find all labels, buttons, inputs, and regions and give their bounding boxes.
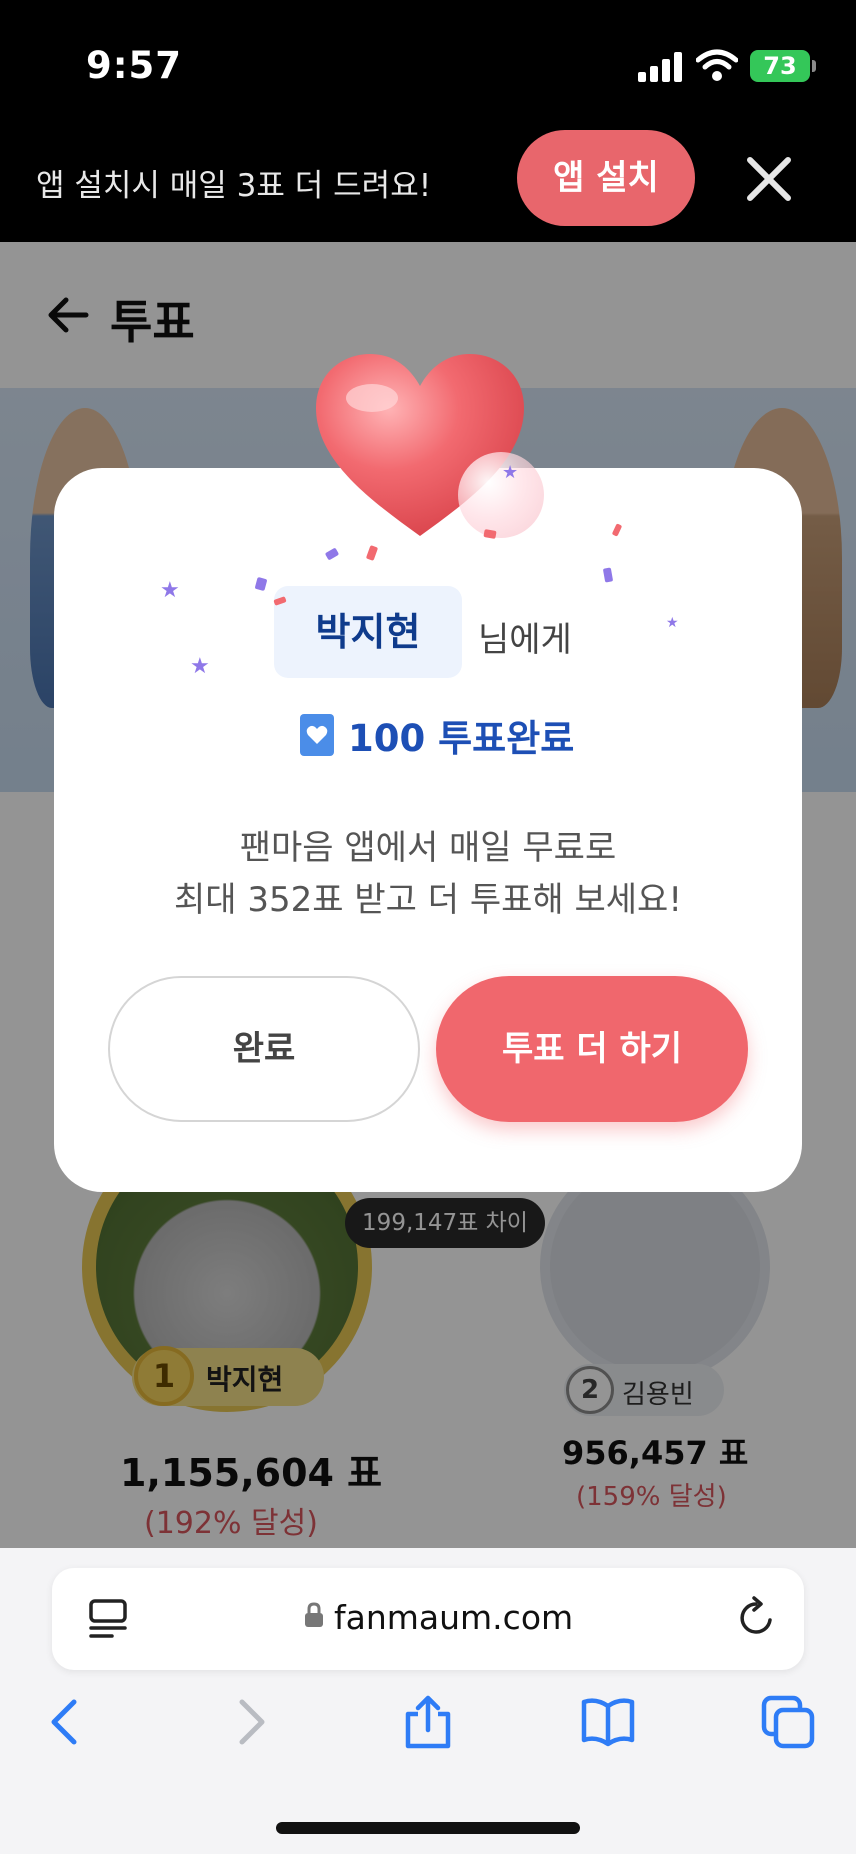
- recipient-suffix: 님에게: [478, 620, 572, 660]
- vote-complete-modal: 박지현 님에게 100 투표완료 팬마음 앱에서 매일 무료로 최대 352표 …: [54, 468, 802, 1192]
- recipient-name-chip: 박지현: [274, 586, 462, 678]
- url-text[interactable]: fanmaum.com: [334, 1598, 573, 1637]
- bookmarks-icon[interactable]: [580, 1694, 636, 1750]
- address-bar[interactable]: fanmaum.com: [52, 1568, 804, 1670]
- tabs-icon[interactable]: [760, 1694, 816, 1750]
- star-icon: ★: [666, 615, 679, 631]
- wifi-icon: [696, 49, 738, 81]
- status-time: 9:57: [86, 44, 183, 87]
- share-icon[interactable]: [400, 1694, 456, 1750]
- battery-indicator: 73: [750, 50, 816, 82]
- status-and-banner: 9:57 73 앱 설치시 매일 3표 더 드려요! 앱 설치: [0, 0, 856, 242]
- back-icon[interactable]: [38, 1694, 94, 1750]
- home-indicator: [276, 1822, 580, 1834]
- star-icon: ★: [160, 578, 180, 603]
- vote-result: 100 투표완료: [300, 708, 574, 762]
- bubble-decoration: [458, 452, 544, 538]
- reload-icon[interactable]: [734, 1596, 778, 1640]
- install-app-button[interactable]: 앱 설치: [517, 130, 695, 226]
- star-icon: ★: [502, 462, 519, 483]
- vote-result-text: 100 투표완료: [348, 717, 575, 760]
- cellular-signal-icon: [638, 52, 682, 82]
- done-button[interactable]: 완료: [108, 976, 420, 1122]
- promo-message-line1: 팬마음 앱에서 매일 무료로: [239, 828, 617, 868]
- lock-icon: [305, 1602, 323, 1627]
- app-banner-text: 앱 설치시 매일 3표 더 드려요!: [36, 168, 432, 204]
- vote-more-button[interactable]: 투표 더 하기: [436, 976, 748, 1122]
- page-menu-icon[interactable]: [88, 1598, 128, 1640]
- forward-icon[interactable]: [222, 1694, 278, 1750]
- browser-toolbar: fanmaum.com: [0, 1548, 856, 1854]
- heart-ticket-icon: [300, 714, 334, 756]
- close-icon[interactable]: [744, 154, 794, 204]
- promo-message-line2: 최대 352표 받고 더 투표해 보세요!: [174, 880, 682, 920]
- star-icon: ★: [190, 654, 210, 679]
